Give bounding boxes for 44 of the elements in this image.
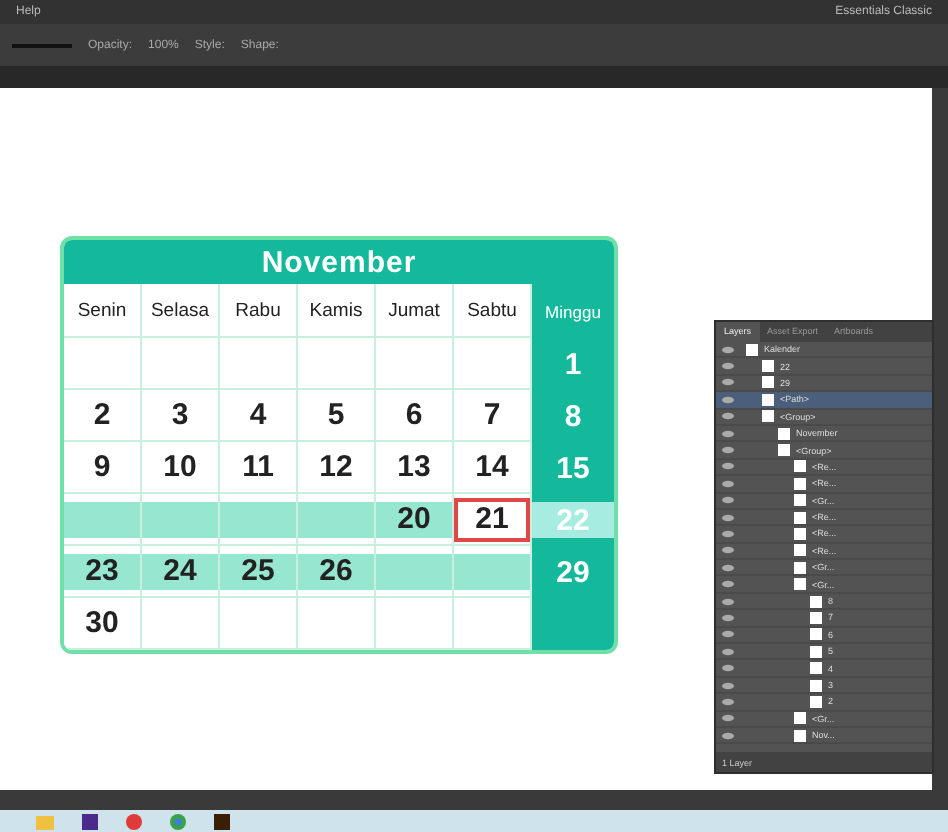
date-number: 2 [91,397,113,433]
date-number: 12 [317,449,355,485]
date-number: 29 [554,554,592,590]
weekday-label: Minggu [545,301,601,321]
date-number: 4 [247,397,269,433]
highlight-bar [64,501,140,537]
highlight-bar [376,553,452,589]
date-number: 1 [562,346,584,382]
date-number: 9 [91,449,113,485]
app-icon[interactable] [82,813,98,829]
weekday-label: Jumat [388,299,440,321]
date-number: 8 [562,398,584,434]
scrollbar[interactable] [0,790,948,810]
date-number: 21 [454,497,530,541]
date-number: 30 [83,605,121,641]
date-number: 24 [142,553,218,589]
date-number: 10 [161,449,199,485]
date-number: 5 [325,397,347,433]
date-number: 26 [298,553,374,589]
browser-icon[interactable] [126,813,142,829]
date-number: 6 [403,397,425,433]
stroke-icon [12,41,72,49]
highlight-bar [454,553,530,589]
app-icon[interactable] [214,813,230,829]
weekday-label: Selasa [150,299,210,321]
highlight-bar [220,501,296,537]
weekday-label: Senin [77,299,127,321]
date-number: 3 [169,397,191,433]
date-number: 23 [64,553,140,589]
date-number: 20 [376,501,452,537]
browser-icon[interactable] [170,813,186,829]
date-number: 25 [220,553,296,589]
date-number: 14 [473,449,511,485]
date-number: 11 [240,449,276,485]
weekday-label: Sabtu [467,299,517,321]
highlight-bar [298,501,374,537]
highlight-bar [142,501,218,537]
date-number: 7 [481,397,503,433]
weekday-label: Rabu [235,299,281,321]
date-number: 22 [532,502,614,538]
month-title: November [64,240,614,284]
date-number: 15 [554,450,592,486]
date-number: 13 [395,449,433,485]
weekday-label: Kamis [309,299,363,321]
